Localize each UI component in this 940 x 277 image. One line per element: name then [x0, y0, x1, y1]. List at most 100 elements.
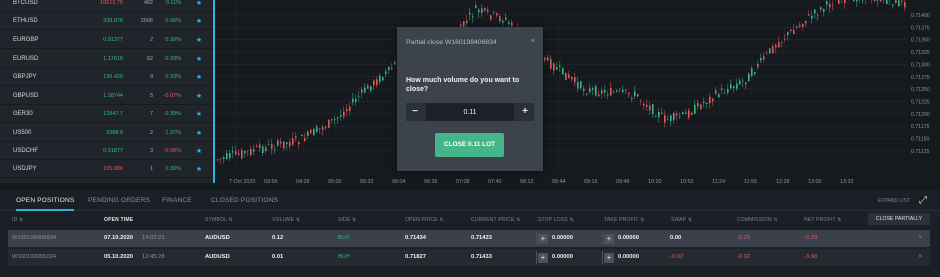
increase-volume-button[interactable]: + [516, 103, 534, 121]
favorite-star-icon[interactable]: ★ [195, 55, 203, 63]
watchlist-row[interactable]: GBPJPY 136.425 9 0.33% ★ [0, 68, 213, 87]
favorite-star-icon[interactable]: ★ [195, 17, 203, 25]
col-current-price[interactable]: CURRENT PRICE ⇅ [471, 217, 521, 223]
candle-body [481, 8, 483, 13]
favorite-star-icon[interactable]: ★ [195, 92, 203, 100]
watchlist-row[interactable]: EURUSD 1.17618 62 0.33% ★ [0, 50, 213, 69]
open-price: 0.71827 [405, 254, 426, 260]
candle-body [388, 66, 390, 70]
favorite-star-icon[interactable]: ★ [195, 73, 203, 81]
symbol-change: 1.37% [165, 129, 181, 136]
symbol-change: 0.11% [165, 0, 181, 6]
candle-body [754, 72, 756, 75]
symbol-change: 0.33% [165, 55, 181, 62]
table-row[interactable]: W160193055024 05.10.2020 12:45:28 AUDUSD 0.0… [8, 249, 930, 266]
time-axis-label: 09:48 [616, 179, 630, 185]
time-axis-label: 06:04 [392, 179, 406, 185]
expand-icon[interactable]: ⤢ [916, 194, 930, 208]
candle-body [595, 86, 597, 96]
candle-body [601, 90, 603, 94]
symbol-change: 0.33% [165, 73, 181, 80]
watchlist-row[interactable]: US500 3388.9 2 1.37% ★ [0, 124, 213, 143]
col-open-time[interactable]: OPEN TIME [104, 217, 133, 223]
favorite-star-icon[interactable]: ★ [195, 36, 203, 44]
favorite-star-icon[interactable]: ★ [195, 110, 203, 118]
decrease-volume-button[interactable]: − [406, 103, 424, 121]
candle-body [496, 13, 498, 16]
symbol-price: 12847.7 [103, 110, 123, 117]
tab-closed-positions[interactable]: CLOSED POSITIONS [211, 190, 278, 211]
candle-body [379, 75, 381, 83]
volume-input[interactable] [426, 103, 514, 121]
watchlist-row[interactable]: USDCHF 0.91877 3 -0.08% ★ [0, 142, 213, 161]
candle-body [733, 86, 735, 89]
candle-body [613, 92, 615, 93]
watchlist-row[interactable]: GER30 12847.7 7 0.39% ★ [0, 105, 213, 124]
expand-list-label: EXPAND LIST [877, 198, 910, 204]
favorite-star-icon[interactable]: ★ [195, 147, 203, 155]
symbol-price: 10613.75 [100, 0, 123, 6]
symbol-price: 136.425 [103, 73, 123, 80]
close-position-icon[interactable]: × [918, 249, 922, 266]
price-chart[interactable]: 0.71400 0.71375 0.71350 0.71325 0.71300 0.712… [215, 0, 940, 190]
candle-body [790, 29, 792, 32]
col-id[interactable]: ID ⇅ [12, 217, 23, 223]
favorite-star-icon[interactable]: ★ [195, 0, 203, 7]
col-open-price[interactable]: OPEN PRICE ⇅ [405, 217, 444, 223]
close-partially-button[interactable]: CLOSE PARTIALLY [868, 213, 930, 225]
watchlist-row[interactable]: ETHUSD 339.876 2566 0.06% ★ [0, 12, 213, 31]
watchlist-row[interactable]: EURGBP 0.91377 2 0.30% ★ [0, 31, 213, 50]
close-position-icon[interactable]: × [918, 230, 922, 247]
candle-body [361, 89, 363, 93]
candle-body [715, 90, 717, 94]
add-take-profit-button[interactable]: + [604, 252, 614, 263]
candle-body [484, 8, 486, 11]
favorite-star-icon[interactable]: ★ [195, 129, 203, 137]
col-symbol[interactable]: SYMBOL ⇅ [205, 217, 233, 223]
open-date: 05.10.2020 [104, 254, 134, 260]
close-lot-button[interactable]: CLOSE 0.11 LOT [435, 133, 504, 157]
candle-body [337, 117, 339, 119]
candle-body [544, 57, 546, 61]
col-stop-loss[interactable]: STOP LOSS ⇅ [538, 217, 574, 223]
table-row[interactable]: W160198406834 07.10.2020 14:02:23 AUDUSD 0.1… [8, 230, 930, 247]
col-commission[interactable]: COMMISSION ⇅ [737, 217, 778, 223]
col-volume[interactable]: VOLUME ⇅ [272, 217, 300, 223]
time-axis-label: 06:36 [424, 179, 438, 185]
candle-body [838, 0, 840, 4]
watchlist-row[interactable]: GBPUSD 1.28744 5 -0.07% ★ [0, 87, 213, 106]
tab-pending-orders[interactable]: PENDING ORDERS [88, 190, 150, 211]
open-date: 07.10.2020 [104, 235, 134, 241]
table-header: ID ⇅ OPEN TIME SYMBOL ⇅ VOLUME ⇅ SIDE ⇅ … [0, 213, 940, 227]
add-take-profit-button[interactable]: + [604, 233, 614, 244]
candlestick-chart[interactable]: 0.71400 0.71375 0.71350 0.71325 0.71300 0.712… [215, 0, 940, 190]
candle-body [580, 81, 582, 89]
candle-body [265, 147, 267, 152]
candle-body [844, 0, 846, 4]
favorite-star-icon[interactable]: ★ [195, 165, 203, 173]
add-stop-loss-button[interactable]: + [538, 233, 548, 244]
time-axis-label: 09:16 [584, 179, 598, 185]
col-side[interactable]: SIDE ⇅ [338, 217, 356, 223]
candle-body [340, 114, 342, 117]
tab-open-positions[interactable]: OPEN POSITIONS [16, 190, 75, 211]
col-swap[interactable]: SWAP ⇅ [671, 217, 692, 223]
add-stop-loss-button[interactable]: + [538, 252, 548, 263]
symbol-volume: 2 [149, 36, 153, 43]
candle-body [724, 92, 726, 94]
tab-finance[interactable]: FINANCE [162, 190, 192, 211]
price-axis-label: 0.71300 [911, 62, 930, 68]
candle-body [649, 105, 651, 111]
candle-body [892, 4, 894, 6]
close-icon[interactable]: × [531, 38, 535, 45]
candle-body [694, 104, 696, 114]
col-take-profit[interactable]: TAKE PROFIT ⇅ [604, 217, 645, 223]
candle-body [721, 88, 723, 90]
candle-body [718, 94, 720, 98]
price-axis-label: 0.71375 [911, 25, 930, 31]
col-net-profit[interactable]: NET PROFIT ⇅ [804, 217, 842, 223]
candle-body [547, 57, 549, 61]
watchlist-row[interactable]: BTCUSD 10613.75 482 0.11% ★ [0, 0, 213, 13]
open-clock: 14:02:23 [142, 235, 165, 241]
watchlist-row[interactable]: USDJPY 105.886 1 0.30% ★ [0, 160, 213, 179]
